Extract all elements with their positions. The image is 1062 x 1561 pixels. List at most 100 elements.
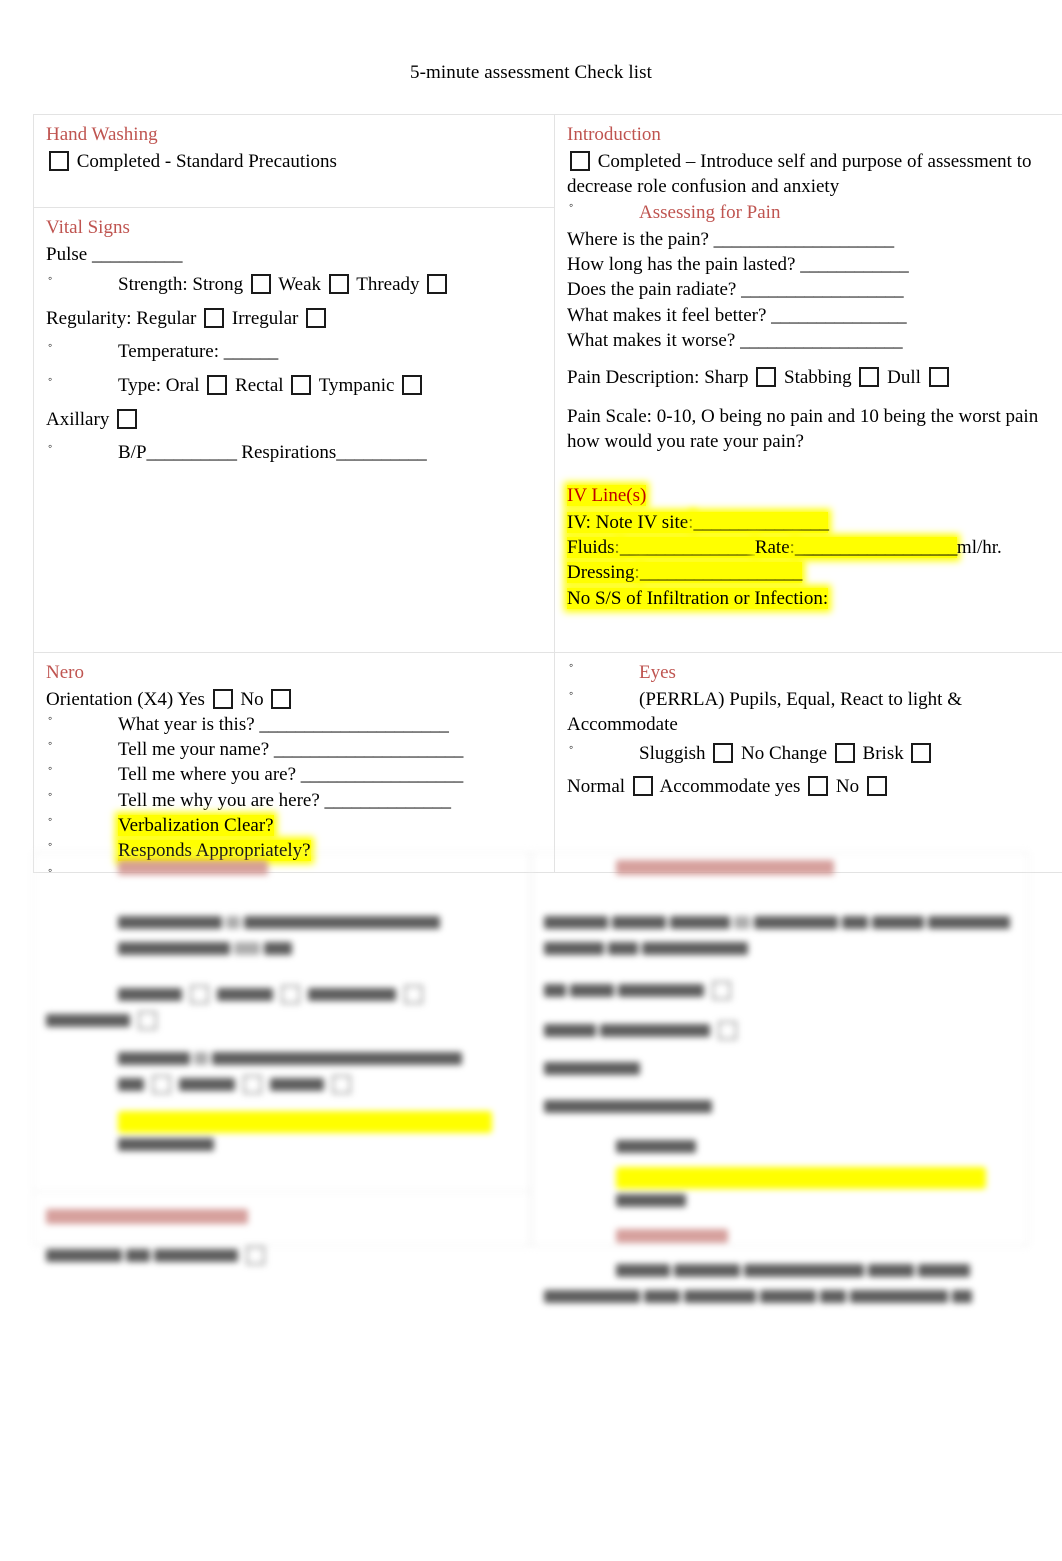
bullet-circle-icon: ◦ (48, 812, 53, 827)
orientation-row: Orientation (X4) Yes No (46, 687, 544, 712)
iv-dressing-blank[interactable]: __________________ (639, 562, 802, 584)
checkbox-axillary[interactable] (117, 409, 138, 430)
obscured-right-column (531, 852, 1029, 1303)
checkbox-introduction-completed[interactable] (570, 150, 590, 171)
section-heading-iv-lines: IV Line(s) (567, 485, 647, 507)
pain-question-worse-blank[interactable]: __________________ (740, 330, 903, 351)
orientation-label: Orientation (X4) Yes (46, 688, 205, 710)
bullet-circle-icon: ◦ (569, 740, 574, 755)
checkbox-pain-sharp[interactable] (756, 367, 777, 388)
bp-blank[interactable]: __________ (147, 442, 238, 463)
pupil-no-change-label: No Change (741, 743, 828, 765)
document-page: 5-minute assessment Check list Hand Wash… (0, 0, 1062, 1561)
nero-question-name-label: Tell me your name? (118, 739, 270, 761)
iv-site-label: IV: Note IV site: (567, 511, 694, 533)
subsection-heading-assessing-for-pain: Assessing for Pain (639, 202, 781, 224)
bullet-circle-icon: ◦ (48, 270, 53, 285)
pupil-reaction-row: ◦ Sluggish No Change Brisk (567, 740, 1062, 766)
nero-question-name: ◦ Tell me your name? ___________________… (46, 736, 544, 762)
pulse-blank[interactable]: __________ (92, 244, 183, 265)
strength-row: ◦ Strength: Strong Weak Thready (46, 270, 544, 297)
checkbox-type-rectal[interactable] (291, 374, 312, 395)
iv-rate-label: Rate: (754, 536, 795, 558)
subheading-assessing-for-pain-row: ◦ Assessing for Pain (567, 198, 1062, 227)
checklist-table: Hand Washing Completed - Standard Precau… (33, 114, 1062, 877)
temperature-row: ◦ Temperature: ______ (46, 338, 544, 364)
pain-question-duration-blank[interactable]: ____________ (800, 254, 909, 275)
checkbox-strength-strong[interactable] (250, 273, 271, 294)
axillary-row: Axillary (46, 407, 544, 432)
respirations-blank[interactable]: __________ (336, 442, 427, 463)
type-rectal-label: Rectal (235, 374, 284, 396)
checkbox-pain-dull[interactable] (928, 367, 949, 388)
nero-question-name-blank[interactable]: _____________________ (274, 739, 464, 760)
checkbox-orientation-yes[interactable] (212, 688, 233, 709)
iv-rate-blank[interactable]: __________________ (794, 536, 957, 558)
bullet-circle-icon: ◦ (48, 371, 53, 386)
axillary-label: Axillary (46, 409, 110, 431)
pain-question-radiate-label: Does the pain radiate? (567, 279, 737, 301)
temperature-blank[interactable]: ______ (224, 341, 279, 362)
orientation-no-label: No (240, 688, 264, 710)
pain-description-dull-label: Dull (887, 367, 921, 389)
checkbox-type-oral[interactable] (207, 374, 228, 395)
nero-question-why-blank[interactable]: ______________ (325, 790, 452, 811)
nero-question-where-blank[interactable]: __________________ (301, 764, 464, 785)
nero-question-year: ◦ What year is this? ___________________… (46, 710, 544, 737)
type-oral-label: Type: Oral (118, 374, 200, 396)
pain-question-location: Where is the pain? ____________________ (567, 227, 1062, 252)
checkbox-accommodate-yes[interactable] (808, 776, 829, 797)
bullet-circle-icon: ◦ (48, 761, 53, 776)
pain-question-better-blank[interactable]: _______________ (771, 305, 907, 326)
checkbox-hand-washing-completed[interactable] (49, 150, 69, 171)
bp-label: B/P (118, 442, 147, 464)
pain-question-better: What makes it feel better? _____________… (567, 303, 1062, 328)
bullet-circle-icon: ◦ (48, 338, 53, 353)
iv-fluids-blank[interactable]: _______________ (619, 536, 755, 558)
iv-site-row: IV: Note IV site:_______________ (567, 510, 1062, 535)
cell-nero: Nero Orientation (X4) Yes No ◦ What year… (33, 652, 555, 877)
bp-respirations-row: ◦ B/P__________ Respirations__________ (46, 439, 544, 465)
iv-site-blank[interactable]: _______________ (693, 511, 829, 533)
section-heading-hand-washing: Hand Washing (46, 124, 158, 145)
bullet-circle-icon: ◦ (48, 439, 53, 454)
checkbox-strength-weak[interactable] (328, 273, 349, 294)
strength-weak-label: Weak (278, 273, 322, 295)
section-heading-nero: Nero (46, 662, 84, 683)
checkbox-pupil-brisk[interactable] (911, 743, 932, 764)
checkbox-regularity-irregular[interactable] (306, 308, 327, 329)
pain-scale-text: Pain Scale: 0-10, O being no pain and 10… (567, 405, 1039, 452)
pain-description-sharp-label: Pain Description: Sharp (567, 367, 749, 389)
checkbox-pain-stabbing[interactable] (859, 367, 880, 388)
accommodate-no-label: No (835, 776, 860, 798)
checkbox-pupil-no-change[interactable] (834, 743, 855, 764)
pulse-row: Pulse __________ (46, 242, 544, 267)
pain-question-radiate-blank[interactable]: __________________ (741, 279, 904, 300)
respirations-label: Respirations (241, 442, 337, 464)
subsection-heading-eyes: Eyes (639, 662, 676, 683)
pain-question-worse-label: What makes it worse? (567, 329, 736, 351)
accommodate-yes-label: Accommodate yes (659, 776, 801, 798)
checkbox-orientation-no[interactable] (271, 688, 292, 709)
pain-question-location-blank[interactable]: ____________________ (714, 229, 895, 250)
nero-question-where-label: Tell me where you are? (118, 764, 297, 786)
bullet-circle-icon: ◦ (48, 710, 53, 725)
accommodate-row: Normal Accommodate yes No (567, 774, 1062, 799)
pain-question-better-label: What makes it feel better? (567, 304, 767, 326)
iv-fluids-rate-row: Fluids:_______________Rate:_____________… (567, 535, 1062, 560)
checkbox-regularity-regular[interactable] (204, 308, 225, 329)
nero-question-year-label: What year is this? (118, 713, 255, 735)
hand-washing-completed-row: Completed - Standard Precautions (46, 149, 544, 174)
checkbox-pupil-sluggish[interactable] (713, 743, 734, 764)
section-heading-vital-signs: Vital Signs (46, 217, 130, 238)
checkbox-accommodate-no[interactable] (866, 776, 887, 797)
iv-fluids-label: Fluids: (567, 536, 620, 558)
checkbox-type-tympanic[interactable] (402, 374, 423, 395)
checkbox-strength-thready[interactable] (427, 273, 448, 294)
nero-question-year-blank[interactable]: _____________________ (259, 714, 449, 735)
pain-question-duration: How long has the pain lasted? __________… (567, 252, 1062, 277)
pupil-sluggish-label: Sluggish (639, 743, 706, 765)
checkbox-pupil-normal[interactable] (632, 776, 653, 797)
cell-hand-washing: Hand Washing Completed - Standard Precau… (33, 114, 555, 208)
pain-description-row: Pain Description: Sharp Stabbing Dull (567, 365, 1062, 390)
